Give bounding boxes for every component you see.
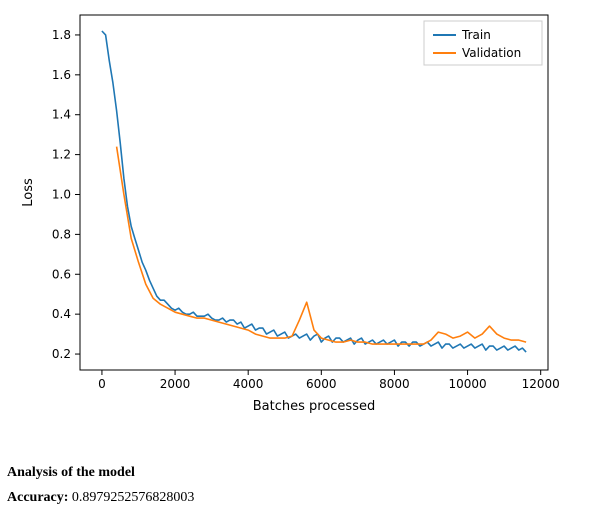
y-tick-label: 0.2 xyxy=(52,347,71,361)
accuracy-value: 0.8979252576828003 xyxy=(72,490,195,505)
y-axis-label: Loss xyxy=(21,178,36,207)
y-tick-label: 0.8 xyxy=(52,227,71,241)
plot-area xyxy=(80,15,548,370)
x-tick-label: 8000 xyxy=(379,377,410,391)
y-tick-label: 1.0 xyxy=(52,187,71,201)
x-tick-label: 6000 xyxy=(306,377,337,391)
y-tick-label: 1.2 xyxy=(52,148,71,162)
y-tick-label: 0.4 xyxy=(52,307,71,321)
x-tick-label: 4000 xyxy=(233,377,264,391)
legend-entry-label: Train xyxy=(461,28,491,42)
accuracy-line: Accuracy: 0.8979252576828003 xyxy=(7,490,194,506)
legend-entry-label: Validation xyxy=(462,46,521,60)
analysis-heading: Analysis of the model xyxy=(7,465,135,481)
x-tick-label: 2000 xyxy=(160,377,191,391)
y-tick-label: 0.6 xyxy=(52,267,71,281)
x-tick-label: 0 xyxy=(98,377,106,391)
accuracy-label: Accuracy: xyxy=(7,490,72,505)
y-tick-label: 1.6 xyxy=(52,68,71,82)
y-tick-label: 1.4 xyxy=(52,108,71,122)
loss-chart: 0 2000 4000 6000 8000 10000 12000 0.2 0.4 0.6 0.8 1… xyxy=(10,0,570,428)
x-axis-label: Batches processed xyxy=(253,399,375,414)
y-tick-label: 1.8 xyxy=(52,28,71,42)
x-tick-label: 10000 xyxy=(448,377,486,391)
x-tick-label: 12000 xyxy=(522,377,560,391)
